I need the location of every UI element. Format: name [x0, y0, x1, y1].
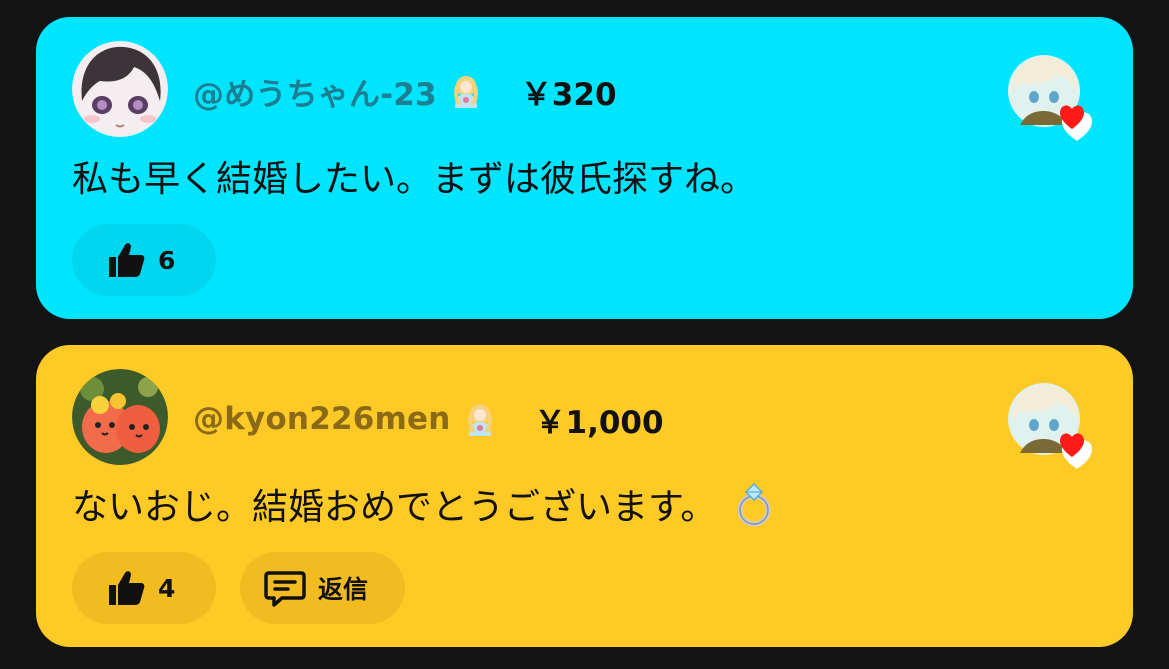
ring-emoji-icon [730, 480, 778, 528]
user-avatar[interactable] [72, 41, 168, 137]
tip-amount: ￥1,000 [534, 404, 664, 441]
comment-header: @kyon226men ￥1,000 [193, 397, 664, 441]
thumbs-up-icon [109, 243, 145, 277]
reply-label: 返信 [318, 575, 369, 604]
comment-card: @めうちゃん-23 ￥320 私も早く結婚したい。まずは彼氏探すね。 6 [36, 17, 1133, 319]
member-badge-icon [447, 72, 485, 110]
username[interactable]: @kyon226men [193, 401, 451, 437]
like-count: 6 [158, 245, 176, 275]
speech-bubble-icon [264, 571, 306, 607]
comment-header: @めうちゃん-23 ￥320 [193, 69, 617, 113]
user-avatar[interactable] [72, 369, 168, 465]
like-button[interactable]: 4 [72, 552, 216, 624]
like-count: 4 [158, 573, 176, 603]
reply-button[interactable]: 返信 [240, 552, 405, 624]
comment-message: ないおじ。結婚おめでとうございます。 [72, 478, 778, 530]
tip-amount: ￥320 [520, 76, 617, 113]
creator-heart-icon [1006, 381, 1102, 477]
comment-text: ないおじ。結婚おめでとうございます。 [72, 487, 717, 528]
comment-card: @kyon226men ￥1,000 ないおじ。結婚おめでとうございます。 4 … [36, 345, 1133, 647]
username[interactable]: @めうちゃん-23 [193, 69, 437, 114]
comment-text: 私も早く結婚したい。まずは彼氏探すね。 [72, 159, 757, 200]
like-button[interactable]: 6 [72, 224, 216, 296]
thumbs-up-icon [109, 571, 145, 605]
creator-heart-icon [1006, 53, 1102, 149]
comment-message: 私も早く結婚したい。まずは彼氏探すね。 [72, 150, 756, 202]
member-badge-icon [461, 400, 499, 438]
